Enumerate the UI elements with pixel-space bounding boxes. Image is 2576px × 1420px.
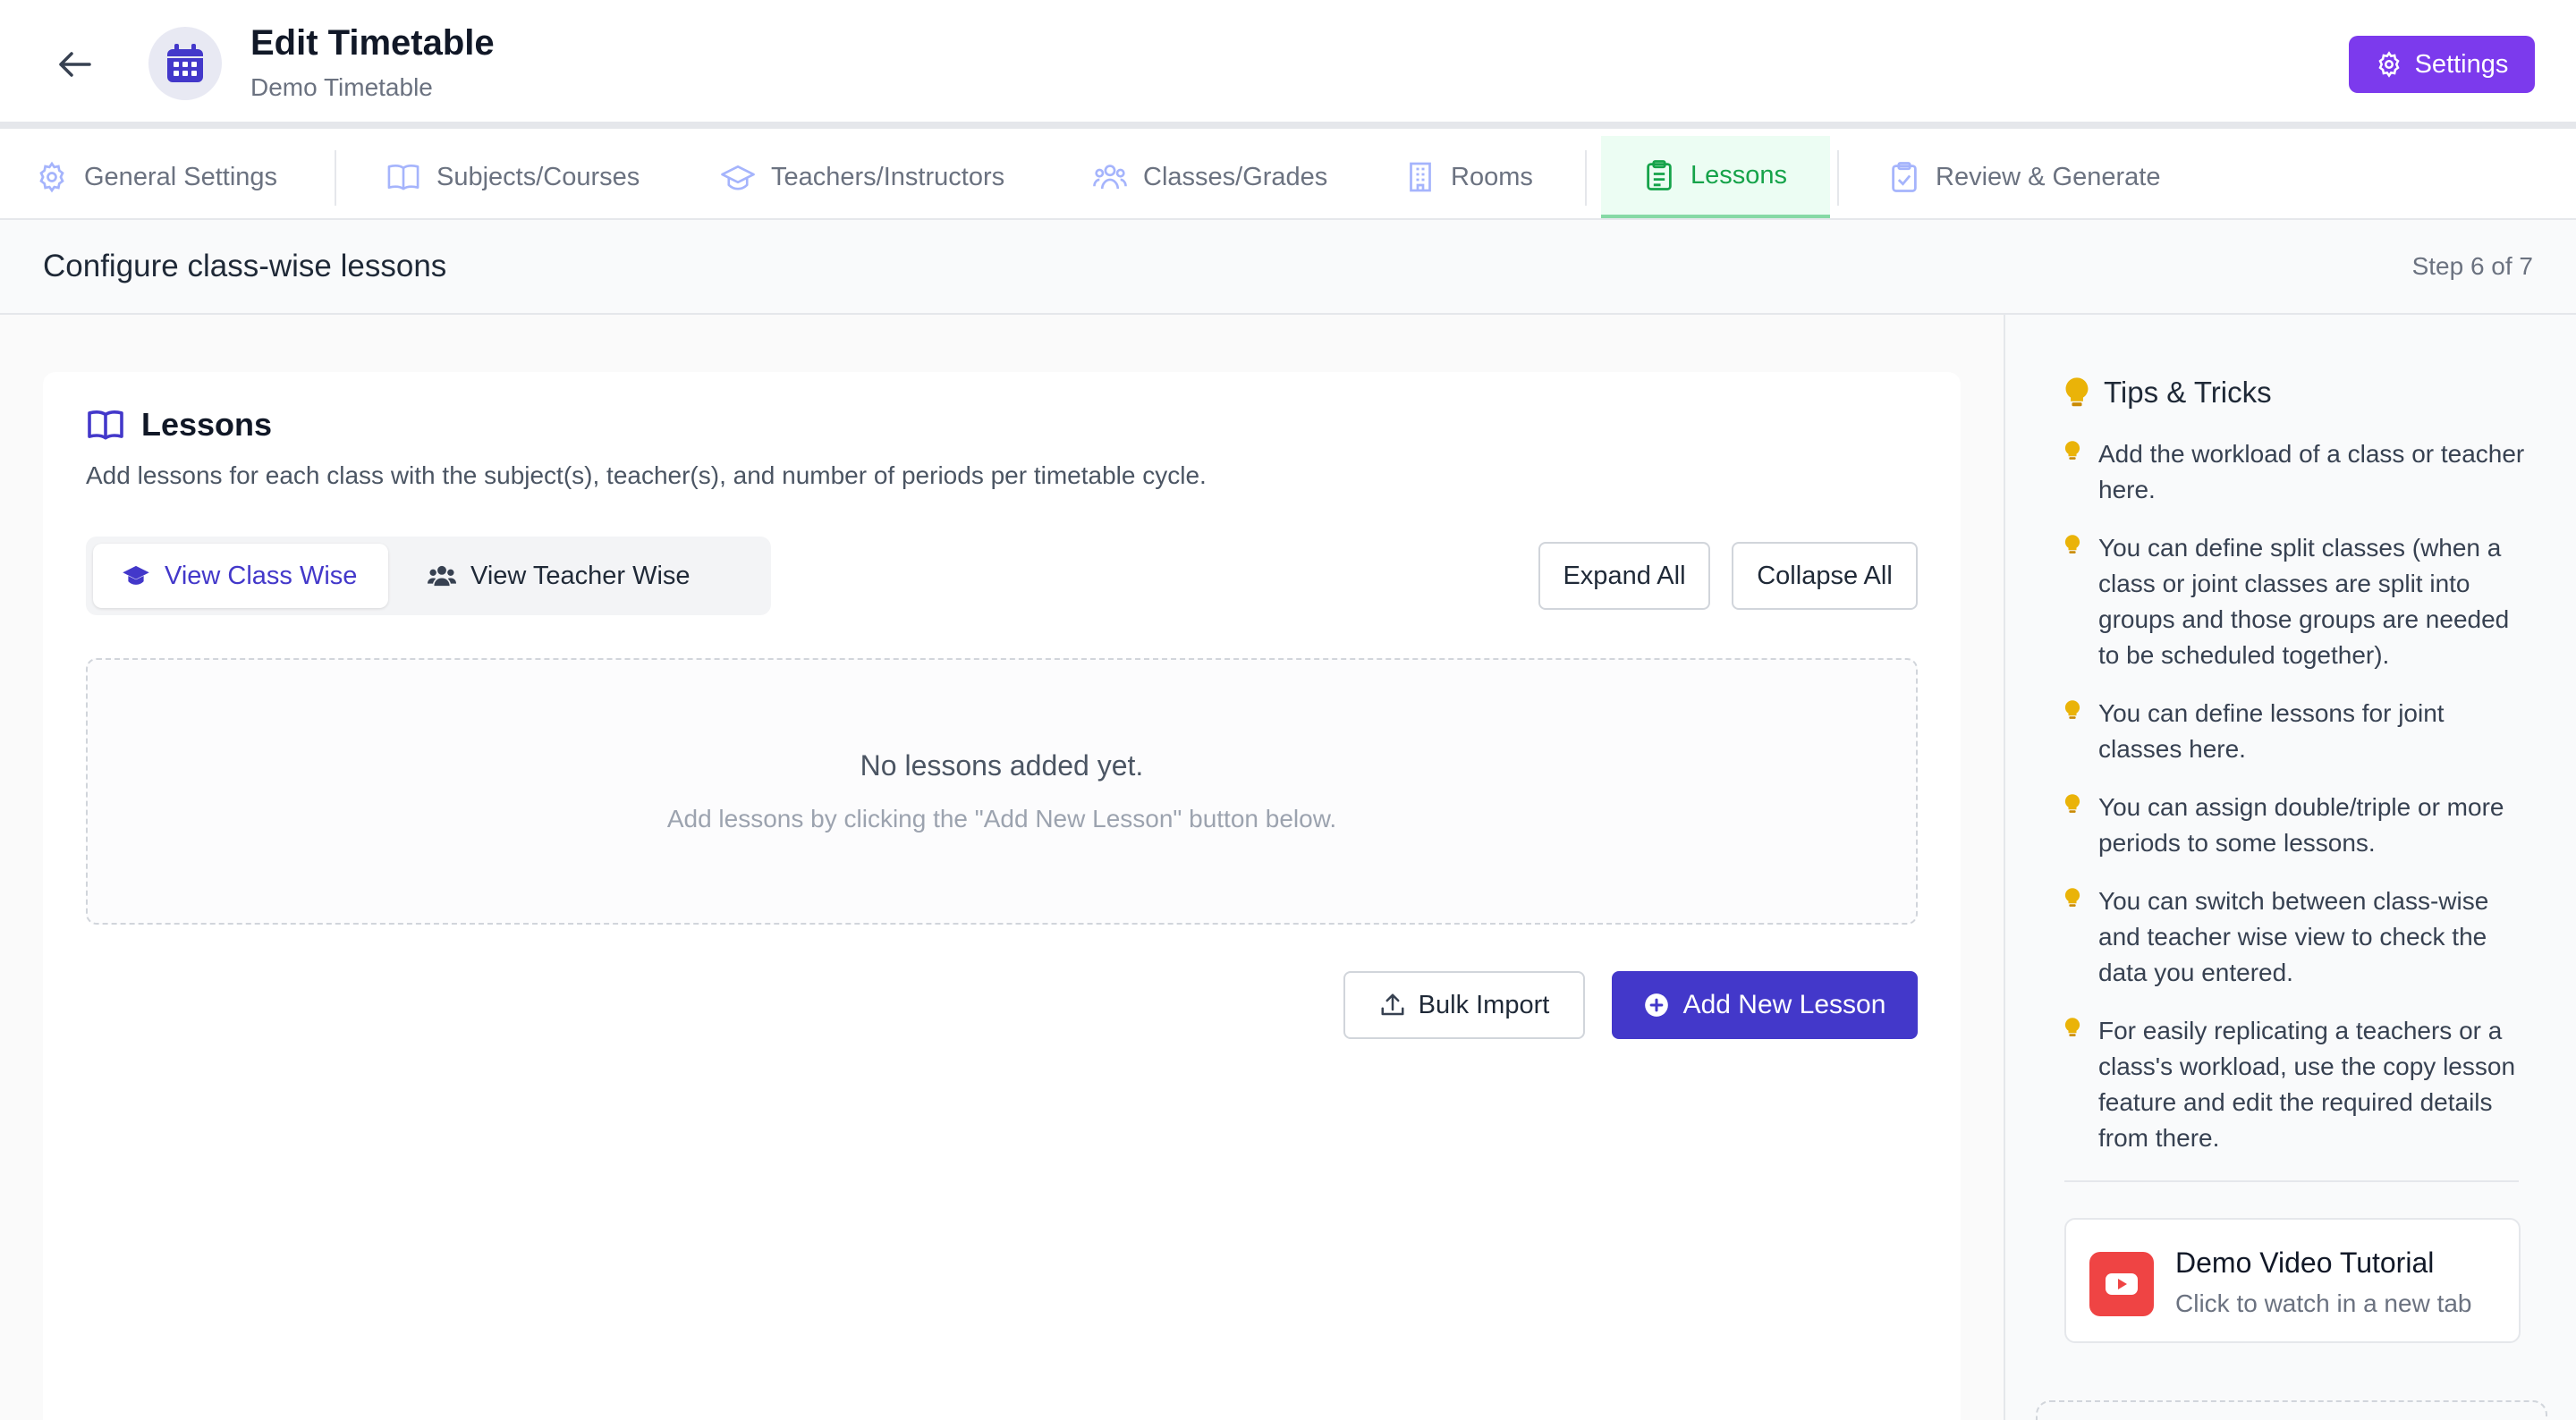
- tab-label: Subjects/Courses: [436, 162, 640, 191]
- view-teacher-wise-button[interactable]: View Teacher Wise: [399, 544, 719, 608]
- lessons-title: Lessons: [141, 406, 273, 443]
- gear-icon: [2378, 51, 2400, 78]
- lightbulb-icon: [2064, 794, 2080, 813]
- tab-review-generate[interactable]: Review & Generate: [1889, 136, 2160, 218]
- tip-text: You can assign double/triple or more per…: [2098, 793, 2504, 857]
- users-icon: [428, 565, 456, 587]
- tip-item: Add the workload of a class or teacher h…: [2064, 436, 2529, 508]
- tips-sidebar: Tips & Tricks Add the workload of a clas…: [2004, 315, 2576, 1420]
- main-content: Lessons Add lessons for each class with …: [0, 315, 2004, 1420]
- tip-text: You can switch between class-wise and te…: [2098, 887, 2489, 986]
- lightbulb-icon: [2064, 1018, 2080, 1036]
- sidebar-divider: [2064, 1180, 2519, 1182]
- lessons-heading: Lessons: [86, 406, 272, 444]
- tab-rooms[interactable]: Rooms: [1406, 136, 1533, 218]
- calendar-icon: [167, 44, 203, 82]
- tip-text: You can define lessons for joint classes…: [2098, 699, 2445, 763]
- expand-all-label: Expand All: [1563, 561, 1686, 590]
- lightbulb-icon: [2064, 700, 2080, 719]
- users-icon: [1093, 165, 1127, 190]
- app-header: Edit Timetable Demo Timetable Settings: [0, 0, 2576, 129]
- tab-divider: [1837, 150, 1839, 206]
- graduation-cap-icon: [123, 565, 149, 585]
- tip-text: Add the workload of a class or teacher h…: [2098, 440, 2525, 503]
- page-title: Edit Timetable: [250, 23, 495, 63]
- lessons-description: Add lessons for each class with the subj…: [86, 461, 1207, 489]
- add-new-lesson-label: Add New Lesson: [1682, 990, 1886, 1019]
- demo-video-link[interactable]: Demo Video Tutorial Click to watch in a …: [2064, 1218, 2521, 1343]
- empty-lessons-state: No lessons added yet. Add lessons by cli…: [86, 658, 1918, 925]
- view-class-wise-button[interactable]: View Class Wise: [93, 544, 388, 608]
- next-sidebar-card: [2036, 1400, 2547, 1420]
- back-button[interactable]: [52, 43, 98, 86]
- tab-general-settings[interactable]: General Settings: [36, 136, 277, 218]
- upload-icon: [1381, 993, 1404, 1016]
- empty-state-subtitle: Add lessons by clicking the "Add New Les…: [666, 805, 1337, 833]
- tab-divider: [1585, 150, 1587, 206]
- tab-label: Lessons: [1690, 160, 1788, 190]
- step-bar: Configure class-wise lessons Step 6 of 7: [0, 220, 2576, 315]
- video-title: Demo Video Tutorial: [2175, 1247, 2435, 1279]
- collapse-all-label: Collapse All: [1757, 561, 1893, 590]
- view-mode-toggle: View Class Wise View Teacher Wise: [86, 537, 771, 615]
- view-class-wise-label: View Class Wise: [165, 561, 358, 590]
- view-teacher-wise-label: View Teacher Wise: [470, 561, 691, 590]
- settings-button-label: Settings: [2414, 49, 2509, 79]
- lightbulb-icon: [2064, 888, 2080, 907]
- arrow-left-icon: [59, 52, 91, 77]
- step-title: Configure class-wise lessons: [43, 249, 447, 283]
- book-open-icon: [88, 410, 123, 440]
- plus-circle-icon: [1644, 993, 1668, 1017]
- page-subtitle: Demo Timetable: [250, 73, 433, 101]
- wizard-tabs: General Settings Subjects/Courses Teache…: [0, 136, 2576, 220]
- collapse-all-button[interactable]: Collapse All: [1732, 542, 1918, 610]
- graduation-cap-icon: [721, 165, 755, 190]
- clipboard-check-icon: [1892, 162, 1917, 192]
- tab-divider: [335, 150, 336, 206]
- tip-item: You can switch between class-wise and te…: [2064, 883, 2529, 991]
- tip-item: For easily replicating a teachers or a c…: [2064, 1013, 2529, 1156]
- lessons-card: Lessons Add lessons for each class with …: [43, 372, 1961, 1420]
- tips-title: Tips & Tricks: [2104, 376, 2272, 409]
- step-counter: Step 6 of 7: [2411, 252, 2533, 280]
- tip-item: You can assign double/triple or more per…: [2064, 790, 2529, 861]
- gear-icon: [39, 161, 64, 193]
- tip-text: For easily replicating a teachers or a c…: [2098, 1017, 2516, 1152]
- lightbulb-icon: [2064, 441, 2080, 460]
- tab-lessons[interactable]: Lessons: [1601, 136, 1831, 218]
- tab-subjects-courses[interactable]: Subjects/Courses: [386, 136, 640, 218]
- timetable-app-icon: [148, 27, 222, 100]
- empty-state-title: No lessons added yet.: [860, 749, 1144, 782]
- tab-label: Rooms: [1451, 162, 1533, 191]
- tab-label: General Settings: [84, 162, 278, 191]
- add-new-lesson-button[interactable]: Add New Lesson: [1612, 971, 1918, 1039]
- tab-label: Teachers/Instructors: [771, 162, 1005, 191]
- youtube-icon: [2089, 1252, 2154, 1316]
- tab-label: Review & Generate: [1936, 162, 2161, 191]
- expand-all-button[interactable]: Expand All: [1538, 542, 1710, 610]
- tip-text: You can define split classes (when a cla…: [2098, 534, 2510, 669]
- settings-button[interactable]: Settings: [2349, 36, 2535, 93]
- tab-teachers-instructors[interactable]: Teachers/Instructors: [721, 136, 1004, 218]
- video-subtitle: Click to watch in a new tab: [2175, 1289, 2472, 1317]
- tip-item: You can define lessons for joint classes…: [2064, 696, 2529, 767]
- bulk-import-label: Bulk Import: [1418, 990, 1550, 1019]
- tab-label: Classes/Grades: [1143, 162, 1328, 191]
- tips-heading: Tips & Tricks: [2064, 376, 2272, 410]
- tab-classes-grades[interactable]: Classes/Grades: [1093, 136, 1327, 218]
- building-icon: [1410, 162, 1431, 192]
- lightbulb-icon: [2065, 377, 2089, 407]
- bulk-import-button[interactable]: Bulk Import: [1343, 971, 1585, 1039]
- tips-list: Add the workload of a class or teacher h…: [2064, 436, 2529, 1179]
- lightbulb-icon: [2064, 535, 2080, 554]
- book-icon: [387, 165, 419, 190]
- tip-item: You can define split classes (when a cla…: [2064, 530, 2529, 673]
- clipboard-icon: [1647, 160, 1672, 190]
